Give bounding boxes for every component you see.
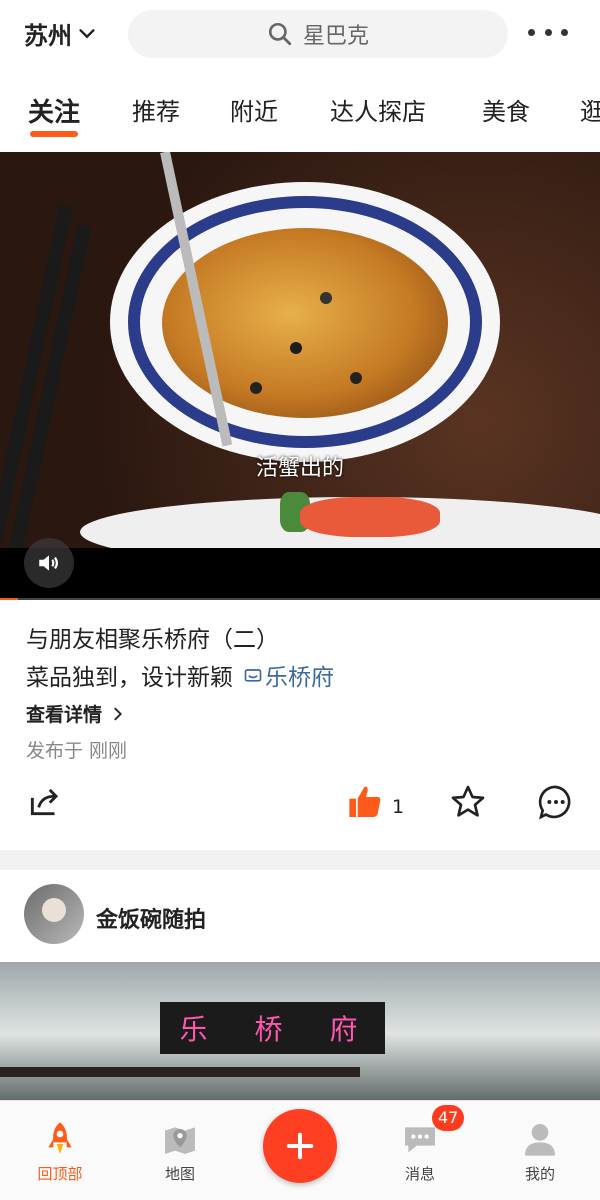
shop-name: 乐桥府 — [265, 665, 334, 691]
map-icon — [165, 1127, 195, 1154]
post-title: 与朋友相聚乐桥府（二） — [26, 627, 279, 653]
tab-nearby[interactable]: 附近 — [230, 92, 278, 127]
nav-label-profile: 我的 — [524, 1165, 555, 1183]
tab-food[interactable]: 美食 — [482, 92, 530, 127]
nav-label-map: 地图 — [164, 1165, 195, 1183]
tab-recommend[interactable]: 推荐 — [132, 92, 180, 127]
search-icon — [268, 22, 292, 46]
post-video[interactable]: 活蟹出的 — [0, 152, 600, 600]
add-post-button[interactable] — [263, 1109, 337, 1183]
header: 苏州 星巴克 — [0, 0, 600, 72]
shop-icon — [244, 669, 262, 682]
city-label: 苏州 — [24, 22, 72, 50]
profile-icon — [525, 1124, 555, 1156]
avatar[interactable] — [24, 884, 84, 944]
view-details-label: 查看详情 — [26, 704, 103, 726]
publish-time: 发布于 刚刚 — [26, 740, 128, 762]
shop-link[interactable]: 乐桥府 — [243, 658, 334, 692]
post-description-text: 菜品独到，设计新颖 — [26, 665, 233, 691]
chevron-down-icon — [79, 28, 95, 38]
like-count: 1 — [392, 796, 405, 818]
category-tabs: 关注 推荐 附近 达人探店 美食 逛 — [0, 72, 600, 152]
post-description: 菜品独到，设计新颖 乐桥府 — [26, 658, 334, 692]
message-count-badge: 47 — [432, 1105, 465, 1131]
plus-icon — [286, 1132, 314, 1160]
tab-influencer-visits[interactable]: 达人探店 — [330, 92, 426, 127]
share-icon[interactable] — [26, 782, 64, 820]
more-dots-icon[interactable] — [528, 20, 568, 44]
search-input[interactable]: 星巴克 — [128, 10, 508, 58]
nav-label-messages: 消息 — [404, 1165, 435, 1183]
nav-back-to-top[interactable]: 回顶部 — [15, 1119, 105, 1184]
city-selector[interactable]: 苏州 — [24, 16, 98, 51]
restaurant-sign: 乐桥府 — [160, 1002, 385, 1054]
nav-map[interactable]: 地图 — [135, 1119, 225, 1184]
video-subtitle: 活蟹出的 — [255, 456, 344, 481]
nav-label-back-to-top: 回顶部 — [37, 1165, 83, 1183]
username[interactable]: 金饭碗随拍 — [96, 902, 206, 934]
chevron-right-icon — [114, 707, 123, 720]
tab-follow[interactable]: 关注 — [28, 92, 80, 137]
rocket-icon — [48, 1122, 72, 1154]
thumbs-up-icon[interactable] — [346, 782, 386, 822]
search-placeholder: 星巴克 — [302, 24, 369, 49]
nav-profile[interactable]: 我的 — [495, 1119, 585, 1184]
star-icon[interactable] — [448, 782, 488, 822]
tab-shopping[interactable]: 逛 — [580, 92, 600, 127]
view-details-link[interactable]: 查看详情 — [26, 700, 126, 727]
comment-icon[interactable] — [536, 782, 576, 822]
post-card: 与朋友相聚乐桥府（二） 菜品独到，设计新颖 乐桥府 查看详情 发布于 刚刚 1 — [0, 600, 600, 850]
speaker-icon[interactable] — [24, 538, 74, 588]
bottom-nav: 回顶部 地图 消息 47 我的 — [0, 1100, 600, 1200]
